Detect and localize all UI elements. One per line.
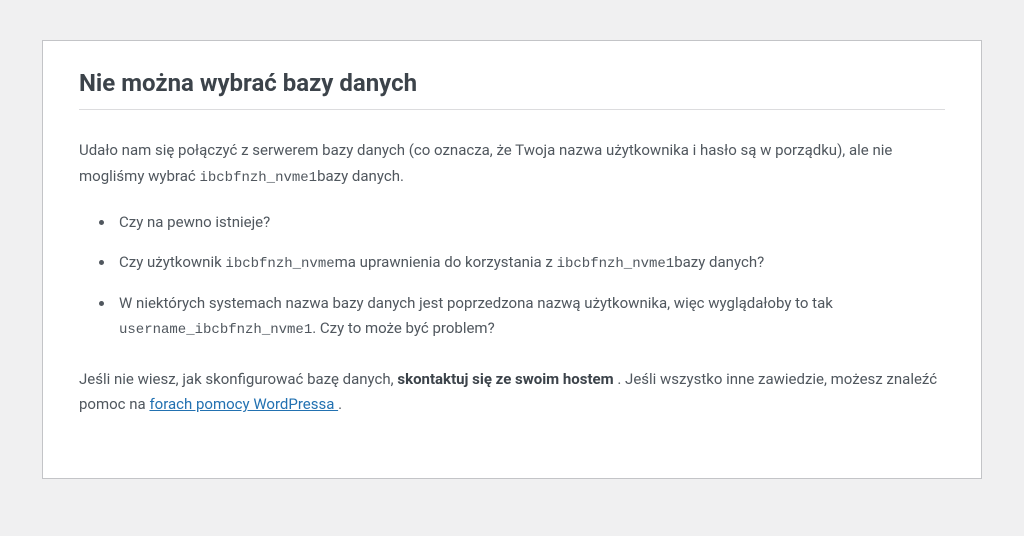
bullet-3-a: W niektórych systemach nazwa bazy danych… [119, 294, 833, 312]
error-box: Nie można wybrać bazy danych Udało nam s… [42, 40, 982, 479]
page-title: Nie można wybrać bazy danych [79, 69, 945, 110]
db-code: ibcbfnzh_nvme1 [557, 256, 675, 272]
example-code: username_ibcbfnzh_nvme1 [119, 322, 312, 338]
bullet-2-c: bazy danych? [674, 253, 764, 271]
error-bullet-list: Czy na pewno istnieje? Czy użytkownik ib… [115, 210, 945, 343]
list-item: W niektórych systemach nazwa bazy danych… [115, 291, 945, 343]
bullet-2-b: ma uprawnienia do korzystania z [335, 253, 557, 271]
dbname-code: ibcbfnzh_nvme1 [199, 170, 317, 186]
bullet-2-a: Czy użytkownik [119, 253, 225, 271]
outro-c: . [338, 395, 342, 413]
wordpress-support-link[interactable]: forach pomocy WordPressa [149, 395, 338, 413]
contact-host-strong: skontaktuj się ze swoim hostem [397, 370, 617, 388]
user-code: ibcbfnzh_nvme [225, 256, 334, 272]
intro-paragraph: Udało nam się połączyć z serwerem bazy d… [79, 138, 945, 190]
list-item: Czy użytkownik ibcbfnzh_nvmema uprawnien… [115, 250, 945, 277]
bullet-1-text: Czy na pewno istnieje? [119, 213, 270, 231]
outro-a: Jeśli nie wiesz, jak skonfigurować bazę … [79, 370, 397, 388]
outro-paragraph: Jeśli nie wiesz, jak skonfigurować bazę … [79, 367, 945, 418]
list-item: Czy na pewno istnieje? [115, 210, 945, 236]
intro-text-b: bazy danych. [317, 167, 404, 185]
bullet-3-b: . Czy to może być problem? [312, 319, 494, 337]
